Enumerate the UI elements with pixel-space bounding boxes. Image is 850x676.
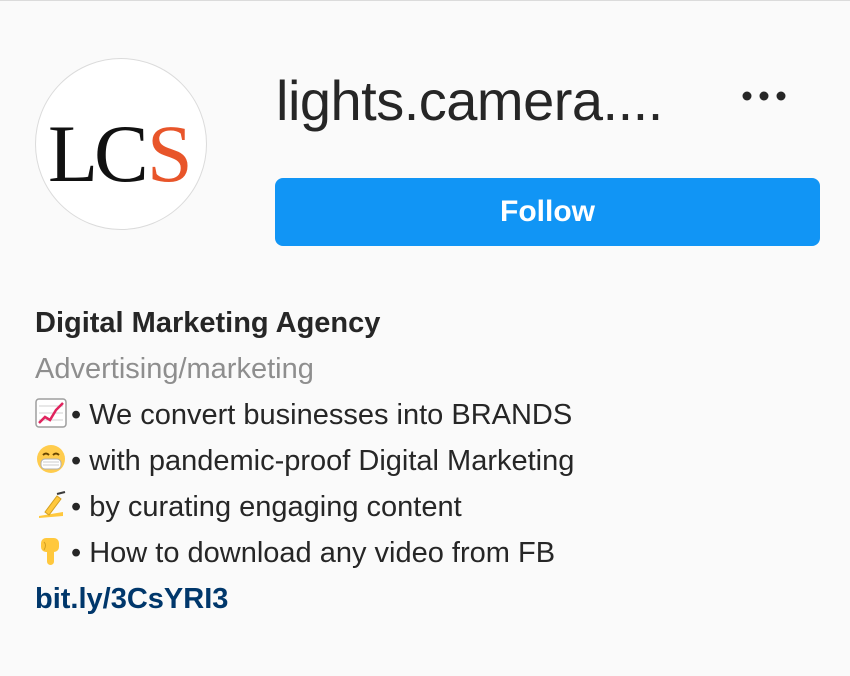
logo-letter-l: L xyxy=(48,108,98,199)
lcs-logo-icon: L C S xyxy=(48,108,193,199)
bio-line-text: • with pandemic-proof Digital Marketing xyxy=(71,445,575,477)
top-divider xyxy=(0,0,850,1)
chart-increasing-icon xyxy=(35,398,67,428)
bio-line-text: • We convert businesses into BRANDS xyxy=(71,399,573,431)
pointing-down-icon xyxy=(41,538,59,565)
bio-line: • How to download any video from FB xyxy=(35,530,835,576)
bio-line: • with pandemic-proof Digital Marketing xyxy=(35,438,835,484)
bio-line-text: • by curating engaging content xyxy=(71,491,462,523)
logo-letter-s: S xyxy=(147,108,193,199)
profile-bio: Digital Marketing Agency Advertising/mar… xyxy=(35,300,835,622)
more-options-button[interactable] xyxy=(736,80,792,112)
bio-line-text: • How to download any video from FB xyxy=(71,537,556,569)
profile-avatar[interactable]: L C S xyxy=(35,58,207,230)
more-options-icon xyxy=(742,91,786,101)
bio-category[interactable]: Advertising/marketing xyxy=(35,346,835,392)
profile-username: lights.camera.... xyxy=(276,69,663,132)
face-with-mask-icon xyxy=(37,445,65,473)
writing-hand-icon xyxy=(39,491,66,518)
bio-link[interactable]: bit.ly/3CsYRI3 xyxy=(35,576,835,622)
bio-line: • We convert businesses into BRANDS xyxy=(35,392,835,438)
follow-button[interactable]: Follow xyxy=(275,178,820,246)
bio-line: • by curating engaging content xyxy=(35,484,835,530)
logo-letter-c: C xyxy=(94,108,149,199)
bio-name: Digital Marketing Agency xyxy=(35,307,381,339)
